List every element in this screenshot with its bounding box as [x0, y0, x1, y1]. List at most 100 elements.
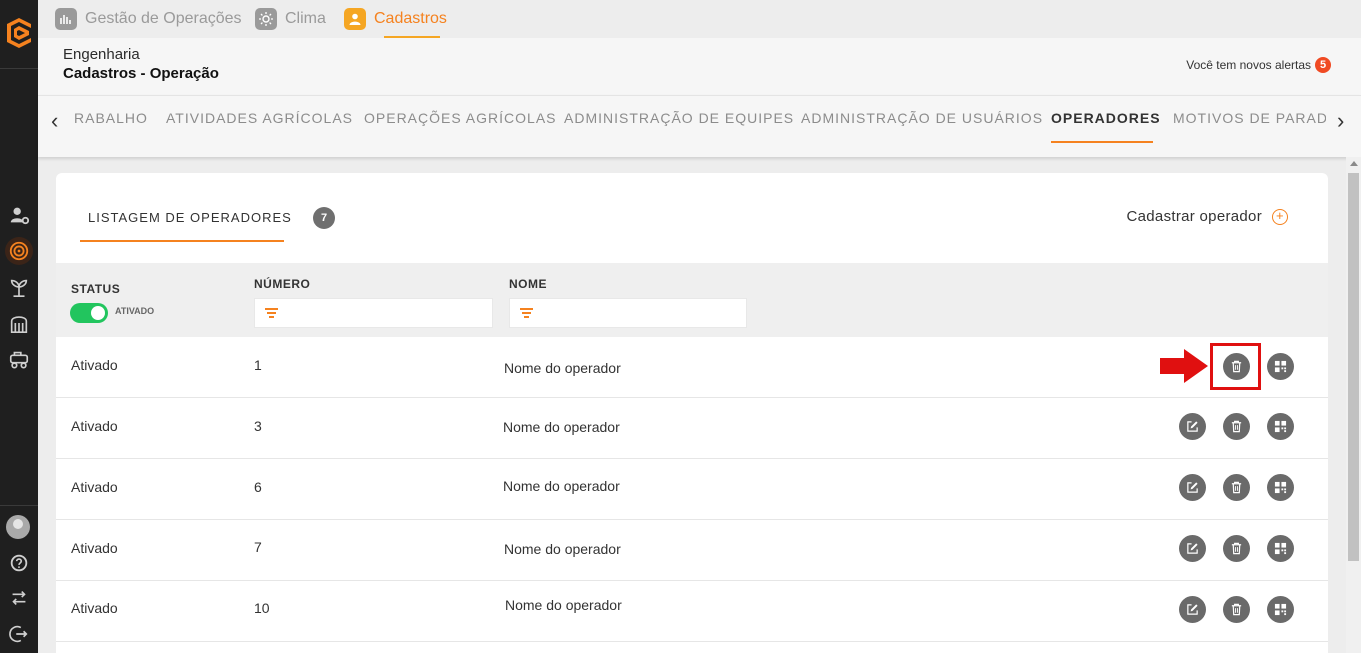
- tab-operacoes-agricolas[interactable]: OPERAÇÕES AGRÍCOLAS: [364, 110, 557, 126]
- highlight-box: [1210, 343, 1261, 390]
- column-numero: NÚMERO: [254, 277, 311, 291]
- plant-icon[interactable]: [5, 273, 33, 301]
- app-label: Gestão de Operações: [85, 10, 242, 27]
- app-clima[interactable]: Clima: [255, 0, 326, 38]
- list-title-indicator: [80, 240, 284, 242]
- list-title[interactable]: LISTAGEM DE OPERADORES: [88, 210, 292, 225]
- row-numero: 3: [254, 418, 262, 434]
- edit-button[interactable]: [1179, 596, 1206, 623]
- edit-button[interactable]: [1179, 535, 1206, 562]
- page-title: Cadastros - Operação: [63, 65, 219, 82]
- switch-icon[interactable]: [5, 584, 33, 612]
- tab-administracao-equipes[interactable]: ADMINISTRAÇÃO DE EQUIPES: [564, 110, 794, 126]
- row-nome: Nome do operador: [503, 478, 620, 494]
- scrollbar-thumb[interactable]: [1348, 173, 1359, 561]
- row-nome: Nome do operador: [505, 597, 622, 613]
- delete-button[interactable]: [1223, 413, 1250, 440]
- trash-icon: [1231, 481, 1242, 494]
- row-numero: 10: [254, 600, 270, 616]
- alerts-notice[interactable]: Você tem novos alertas 5: [1186, 57, 1331, 73]
- trash-icon: [1231, 420, 1242, 433]
- avatar[interactable]: [6, 515, 30, 539]
- edit-button[interactable]: [1179, 474, 1206, 501]
- page-header: Engenharia Cadastros - Operação Você tem…: [38, 38, 1361, 95]
- app-logo-icon[interactable]: [3, 16, 35, 50]
- row-status: Ativado: [71, 479, 118, 495]
- tab-atividades-agricolas[interactable]: ATIVIDADES AGRÍCOLAS: [166, 110, 353, 126]
- silo-icon[interactable]: [5, 309, 33, 337]
- row-status: Ativado: [71, 600, 118, 616]
- operators-card: LISTAGEM DE OPERADORES 7 Cadastrar opera…: [56, 173, 1328, 653]
- table-row: Ativado 6 Nome do operador: [56, 459, 1328, 520]
- tab-motivos-parada[interactable]: MOTIVOS DE PARADA: [1173, 110, 1326, 126]
- table-row: Ativado 3 Nome do operador: [56, 398, 1328, 459]
- qr-code-button[interactable]: [1267, 596, 1294, 623]
- table-header: STATUS ATIVADO NÚMERO NOME: [56, 263, 1328, 337]
- edit-icon: [1187, 421, 1198, 432]
- edit-button[interactable]: [1179, 413, 1206, 440]
- table-row: Ativado 7 Nome do operador: [56, 520, 1328, 581]
- sun-icon: [255, 8, 277, 30]
- qr-code-button[interactable]: [1267, 474, 1294, 501]
- qr-code-button[interactable]: [1267, 413, 1294, 440]
- red-arrow-annotation-icon: [1160, 349, 1208, 383]
- vertical-scrollbar[interactable]: [1346, 157, 1361, 653]
- qr-code-button[interactable]: [1267, 535, 1294, 562]
- row-numero: 6: [254, 479, 262, 495]
- qr-code-button[interactable]: [1267, 353, 1294, 380]
- app-gestao-operacoes[interactable]: Gestão de Operações: [55, 0, 242, 38]
- tab-trabalho[interactable]: RABALHO: [74, 110, 148, 126]
- filter-icon: [520, 308, 533, 318]
- chevron-left-icon[interactable]: ‹: [51, 108, 58, 134]
- qr-code-icon: [1274, 542, 1287, 555]
- row-nome: Nome do operador: [504, 541, 621, 557]
- chevron-right-icon[interactable]: ›: [1337, 108, 1344, 134]
- status-toggle-label: ATIVADO: [115, 306, 155, 316]
- app-label: Cadastros: [374, 10, 447, 27]
- delete-button[interactable]: [1223, 535, 1250, 562]
- section-tabs: ‹ RABALHO ATIVIDADES AGRÍCOLAS OPERAÇÕES…: [38, 95, 1361, 157]
- trash-icon: [1231, 603, 1242, 616]
- qr-code-icon: [1274, 603, 1287, 616]
- table-row: Ativado 1 Nome do operador: [56, 337, 1328, 398]
- column-nome: NOME: [509, 277, 547, 291]
- qr-code-icon: [1274, 420, 1287, 433]
- numero-filter-input[interactable]: [254, 298, 493, 328]
- column-status: STATUS: [71, 282, 121, 296]
- nome-filter-input[interactable]: [509, 298, 747, 328]
- top-app-nav: Gestão de Operações Clima Cadastros: [38, 0, 1361, 38]
- tab-administracao-usuarios[interactable]: ADMINISTRAÇÃO DE USUÁRIOS: [801, 110, 1043, 126]
- alerts-label: Você tem novos alertas: [1186, 58, 1311, 72]
- tab-operadores[interactable]: OPERADORES: [1051, 110, 1161, 126]
- trash-icon: [1231, 542, 1242, 555]
- edit-icon: [1187, 482, 1198, 493]
- target-operations-icon[interactable]: [5, 237, 33, 265]
- row-numero: 7: [254, 539, 262, 555]
- row-nome: Nome do operador: [504, 360, 621, 376]
- app-label: Clima: [285, 10, 326, 27]
- edit-icon: [1187, 543, 1198, 554]
- status-toggle[interactable]: [70, 303, 108, 323]
- department-name: Engenharia: [63, 46, 140, 63]
- app-cadastros[interactable]: Cadastros: [344, 0, 447, 38]
- user-settings-icon[interactable]: [5, 201, 33, 229]
- delete-button[interactable]: [1223, 596, 1250, 623]
- add-operator-button[interactable]: Cadastrar operador +: [1127, 208, 1288, 225]
- sidebar-divider: [0, 505, 38, 506]
- filter-icon: [265, 308, 278, 318]
- sidebar: [0, 0, 38, 653]
- delete-button[interactable]: [1223, 474, 1250, 501]
- operators-count-badge: 7: [313, 207, 335, 229]
- alerts-count-badge: 5: [1315, 57, 1331, 73]
- row-status: Ativado: [71, 418, 118, 434]
- edit-icon: [1187, 604, 1198, 615]
- qr-code-icon: [1274, 481, 1287, 494]
- row-status: Ativado: [71, 357, 118, 373]
- scroll-up-arrow-icon[interactable]: [1350, 161, 1358, 166]
- machine-icon[interactable]: [5, 345, 33, 373]
- sidebar-divider: [0, 68, 38, 69]
- row-numero: 1: [254, 357, 262, 373]
- logout-icon[interactable]: [5, 620, 33, 648]
- help-icon[interactable]: [5, 549, 33, 577]
- row-nome: Nome do operador: [503, 419, 620, 435]
